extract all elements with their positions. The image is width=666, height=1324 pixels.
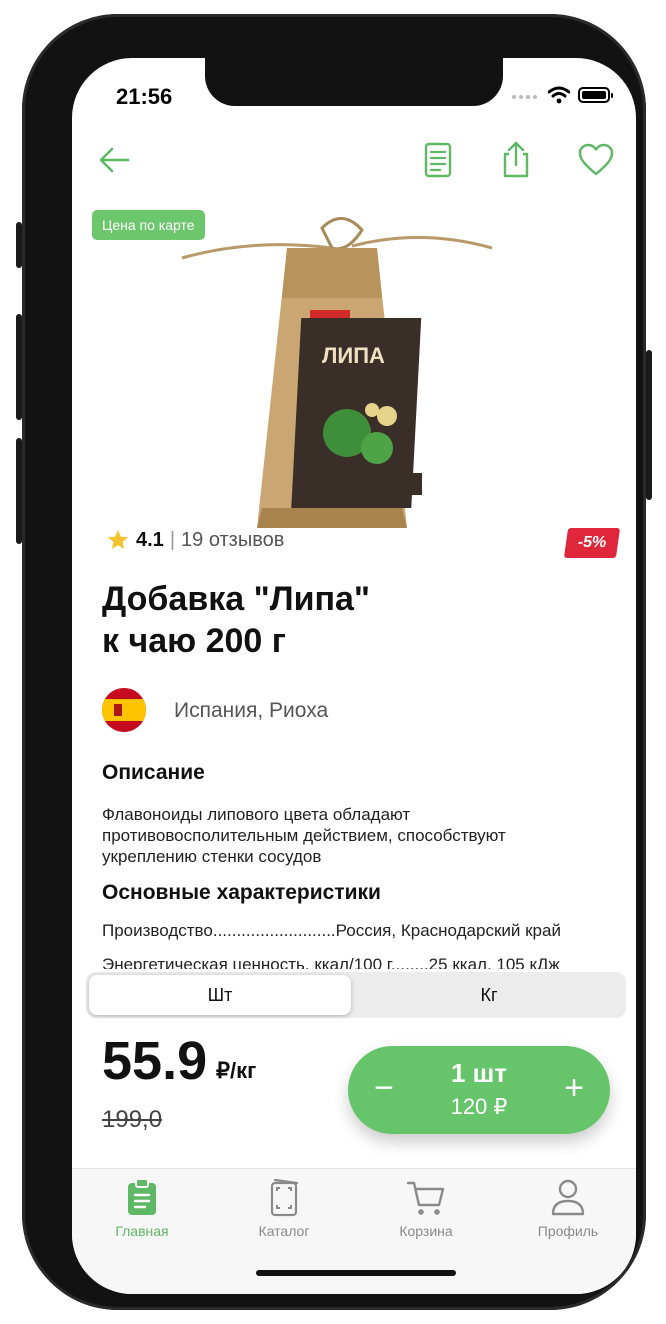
reviews-count[interactable]: 19 отзывов [181,529,284,552]
origin-text: Испания, Риоха [174,699,329,722]
rating-score: 4.1 [136,528,164,551]
product-title-line1: Добавка "Липа" [102,580,371,618]
tab-label: Главная [115,1223,169,1239]
volume-down-button [16,438,22,544]
back-arrow-icon[interactable] [94,140,134,180]
star-icon [108,530,128,549]
tab-cart[interactable]: Корзина [366,1177,486,1239]
unit-option-kg[interactable]: Кг [358,975,620,1015]
svg-text:ЛИПА: ЛИПА [322,343,385,368]
favorite-heart-icon[interactable] [576,140,616,180]
share-icon[interactable] [496,140,536,180]
rating-row[interactable]: 4.1 | 19 отзывов [106,528,284,552]
cart-icon [406,1181,445,1215]
spec-row: Энергетическая ценность, ккал/100 г.....… [102,955,560,969]
signal-icon [512,86,540,104]
tab-label: Корзина [399,1223,453,1239]
price-unit: ₽/кг [216,1058,257,1083]
tab-label: Каталог [258,1223,310,1239]
wifi-icon [548,86,570,104]
characteristics-heading: Основные характеристики [102,881,381,904]
spain-flag-icon [102,688,146,732]
screen: 21:56 ЛИПА Цена по карте 4.1 | 19 отзыво… [72,58,636,1294]
volume-up-button [16,314,22,420]
product-image: ЛИПА [181,217,493,528]
add-to-cart-stepper: − 1 шт 120 ₽ + [348,1046,610,1134]
product-title-line2: к чаю 200 г [102,622,286,660]
product-title: Добавка "Липа" к чаю 200 г [102,578,582,662]
unit-selector: Шт Кг [86,972,626,1018]
status-icons [512,86,613,104]
tab-home[interactable]: Главная [82,1177,202,1239]
home-clipboard-icon [128,1178,156,1215]
card-price-badge: Цена по карте [92,210,205,240]
description-text: Флавоноиды липового цвета обладают проти… [102,805,506,866]
profile-icon [551,1179,585,1216]
tab-catalog[interactable]: Каталог [224,1177,344,1239]
current-price: 55.9 [102,1031,208,1091]
increase-quantity-button[interactable]: + [554,1068,594,1108]
battery-icon [578,87,613,103]
phone-frame: 21:56 ЛИПА Цена по карте 4.1 | 19 отзыво… [16,14,652,1310]
status-time: 21:56 [116,84,173,109]
spec-row: Производство..........................Ро… [102,921,561,940]
catalog-icon [270,1178,299,1217]
discount-badge: -5% [563,528,621,558]
home-indicator [256,1270,456,1276]
rating-separator: | [169,528,176,551]
unit-option-pieces[interactable]: Шт [89,975,351,1015]
list-document-icon[interactable] [418,140,458,180]
notch [205,58,503,106]
tab-label: Профиль [537,1223,599,1239]
mute-switch [16,222,22,268]
description-heading: Описание [102,761,205,784]
old-price: 199,0 [102,1106,163,1133]
power-button [646,350,652,500]
tab-profile[interactable]: Профиль [508,1177,628,1239]
